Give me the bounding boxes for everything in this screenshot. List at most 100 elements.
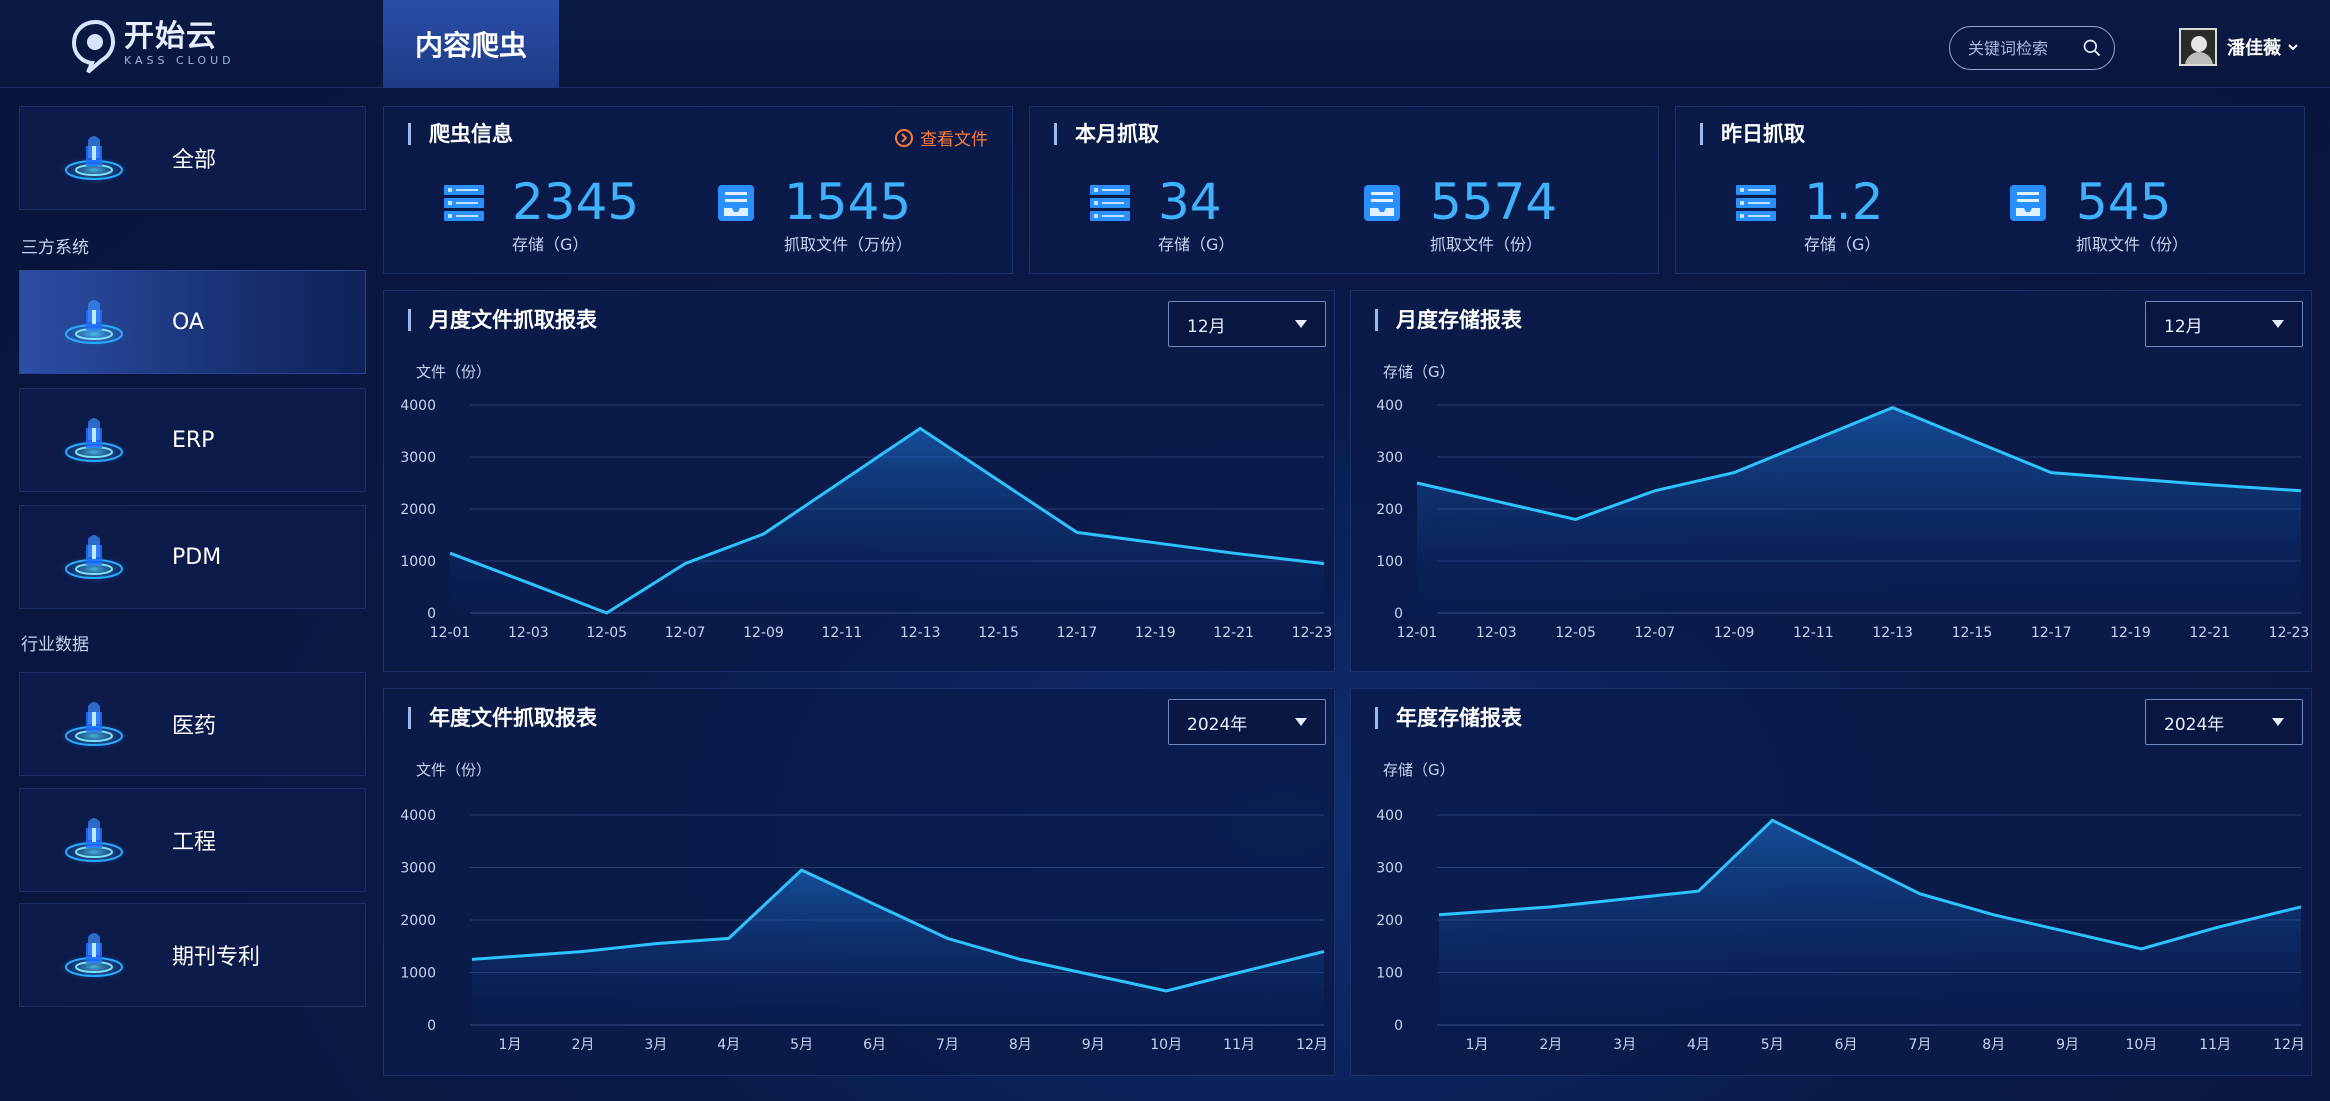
sidebar-item-label: 期刊专利 <box>172 945 261 970</box>
user-name: 潘佳薇 <box>2227 38 2281 59</box>
x-tick-label: 12-07 <box>665 625 706 641</box>
chevron-down-icon[interactable] <box>2287 41 2299 53</box>
x-tick-label: 4月 <box>1687 1037 1710 1053</box>
tab-content-crawler[interactable]: 内容爬虫 <box>383 0 559 88</box>
y-tick-label: 0 <box>1394 1018 1403 1034</box>
y-tick-label: 300 <box>1376 861 1403 877</box>
chart-panel-2: 年度文件抓取报表 2024年 文件（份） 0 1000 2000 3000 4000 1月… <box>383 688 1335 1076</box>
stat-storage: 2345 存储（G） <box>442 177 639 255</box>
x-tick-label: 4月 <box>717 1037 740 1053</box>
section-label-industry: 行业数据 <box>21 635 89 655</box>
y-tick-label: 200 <box>1376 502 1403 518</box>
x-tick-label: 12-03 <box>1476 625 1517 641</box>
sidebar-item-OA[interactable]: OA <box>19 270 366 374</box>
view-files-label: 查看文件 <box>920 130 988 150</box>
search-input[interactable] <box>1968 38 2078 58</box>
stat-value: 34 <box>1158 173 1222 231</box>
y-tick-label: 1000 <box>400 554 436 570</box>
sidebar-item-全部[interactable]: 全部 <box>19 106 366 210</box>
y-tick-label: 4000 <box>400 808 436 824</box>
stat-label: 存储（G） <box>1804 235 1881 254</box>
logo-subtext: KASS CLOUD <box>124 54 235 67</box>
y-tick-label: 4000 <box>400 398 436 414</box>
sidebar-item-label: OA <box>172 309 204 335</box>
sidebar-item-工程[interactable]: 工程 <box>19 788 366 892</box>
sidebar-item-label: PDM <box>172 544 222 570</box>
panel-title: 昨日抓取 <box>1700 123 1805 145</box>
stat-storage: 34 存储（G） <box>1088 177 1234 255</box>
x-tick-label: 3月 <box>1613 1037 1636 1053</box>
avatar[interactable] <box>2179 28 2217 66</box>
y-tick-label: 0 <box>427 1018 436 1034</box>
sidebar-item-PDM[interactable]: PDM <box>19 505 366 609</box>
x-tick-label: 12-13 <box>1872 625 1913 641</box>
database-glow-icon <box>58 933 130 981</box>
chart-panel-3: 年度存储报表 2024年 存储（G） 0 100 200 300 400 1月 2月 3月 4月… <box>1350 688 2312 1076</box>
x-tick-label: 12-13 <box>900 625 941 641</box>
x-tick-label: 12-03 <box>508 625 549 641</box>
panel-title: 本月抓取 <box>1054 123 1159 145</box>
x-tick-label: 12-23 <box>1292 625 1333 641</box>
arrow-right-circle-icon <box>895 128 913 147</box>
stat-value: 2345 <box>512 173 640 231</box>
x-tick-label: 11月 <box>2199 1037 2231 1053</box>
x-tick-label: 12-19 <box>1135 625 1176 641</box>
stat-label: 抓取文件（份） <box>1430 235 1543 254</box>
sidebar-item-label: 医药 <box>172 714 217 739</box>
area-chart: 0 1000 2000 3000 4000 12-01 12-03 12-05 12-07 12-… <box>400 398 1333 641</box>
server-icon <box>1090 185 1130 221</box>
stat-panel-0: 爬虫信息 查看文件 2345 存储（G） 1545 抓取文件（万份） <box>383 106 1013 274</box>
x-tick-label: 12-07 <box>1634 625 1675 641</box>
stat-label: 抓取文件（份） <box>2076 235 2189 254</box>
panel-title: 爬虫信息 <box>408 123 513 145</box>
stat-storage: 1.2 存储（G） <box>1734 177 1884 255</box>
view-files-link[interactable]: 查看文件 <box>894 125 988 150</box>
x-tick-label: 7月 <box>936 1037 959 1053</box>
x-tick-label: 1月 <box>1466 1037 1489 1053</box>
area-chart: 0 100 200 300 400 12-01 12-03 12-05 12-07 12-09 12… <box>1376 398 2309 641</box>
y-tick-label: 0 <box>427 606 436 622</box>
x-tick-label: 12-17 <box>2031 625 2072 641</box>
x-tick-label: 12月 <box>1296 1037 1328 1053</box>
x-tick-label: 2月 <box>571 1037 594 1053</box>
y-tick-label: 100 <box>1376 554 1403 570</box>
x-tick-label: 12-11 <box>821 625 862 641</box>
server-icon <box>1736 185 1776 221</box>
stat-value: 5574 <box>1430 173 1558 231</box>
x-tick-label: 12-01 <box>1397 625 1438 641</box>
x-tick-label: 12-21 <box>1213 625 1254 641</box>
section-label-third-party: 三方系统 <box>21 238 89 258</box>
stat-label: 存储（G） <box>1158 235 1235 254</box>
sidebar-item-label: 工程 <box>172 830 217 855</box>
search-icon[interactable] <box>2082 36 2102 60</box>
x-tick-label: 1月 <box>499 1037 522 1053</box>
database-glow-icon <box>58 818 130 866</box>
x-tick-label: 2月 <box>1539 1037 1562 1053</box>
x-tick-label: 7月 <box>1908 1037 1931 1053</box>
x-tick-label: 12-01 <box>430 625 471 641</box>
sidebar-item-医药[interactable]: 医药 <box>19 672 366 776</box>
logo[interactable]: 开始云 KASS CLOUD <box>68 16 235 74</box>
logo-mark-icon <box>71 19 116 74</box>
search-box[interactable] <box>1949 26 2115 70</box>
database-glow-icon <box>58 535 130 583</box>
sidebar-item-期刊专利[interactable]: 期刊专利 <box>19 903 366 1007</box>
y-tick-label: 300 <box>1376 450 1403 466</box>
area-fill <box>1439 820 2301 1025</box>
x-tick-label: 8月 <box>1982 1037 2005 1053</box>
stat-value: 1545 <box>784 173 912 231</box>
x-tick-label: 12-21 <box>2189 625 2230 641</box>
x-tick-label: 9月 <box>2056 1037 2079 1053</box>
x-tick-label: 12-09 <box>1714 625 1755 641</box>
y-tick-label: 0 <box>1394 606 1403 622</box>
database-glow-icon <box>58 136 130 184</box>
user-menu[interactable]: 潘佳薇 <box>2179 28 2299 66</box>
sidebar-item-ERP[interactable]: ERP <box>19 388 366 492</box>
stat-files: 5574 抓取文件（份） <box>1360 177 1557 255</box>
x-tick-label: 12-15 <box>1952 625 1993 641</box>
stat-value: 1.2 <box>1804 173 1884 231</box>
area-chart: 0 100 200 300 400 1月 2月 3月 4月 5月 6月 7月 8月 9月 10月 11月 12月 <box>1376 808 2305 1053</box>
stat-label: 存储（G） <box>512 235 589 254</box>
y-tick-label: 2000 <box>400 913 436 929</box>
y-tick-label: 100 <box>1376 966 1403 982</box>
